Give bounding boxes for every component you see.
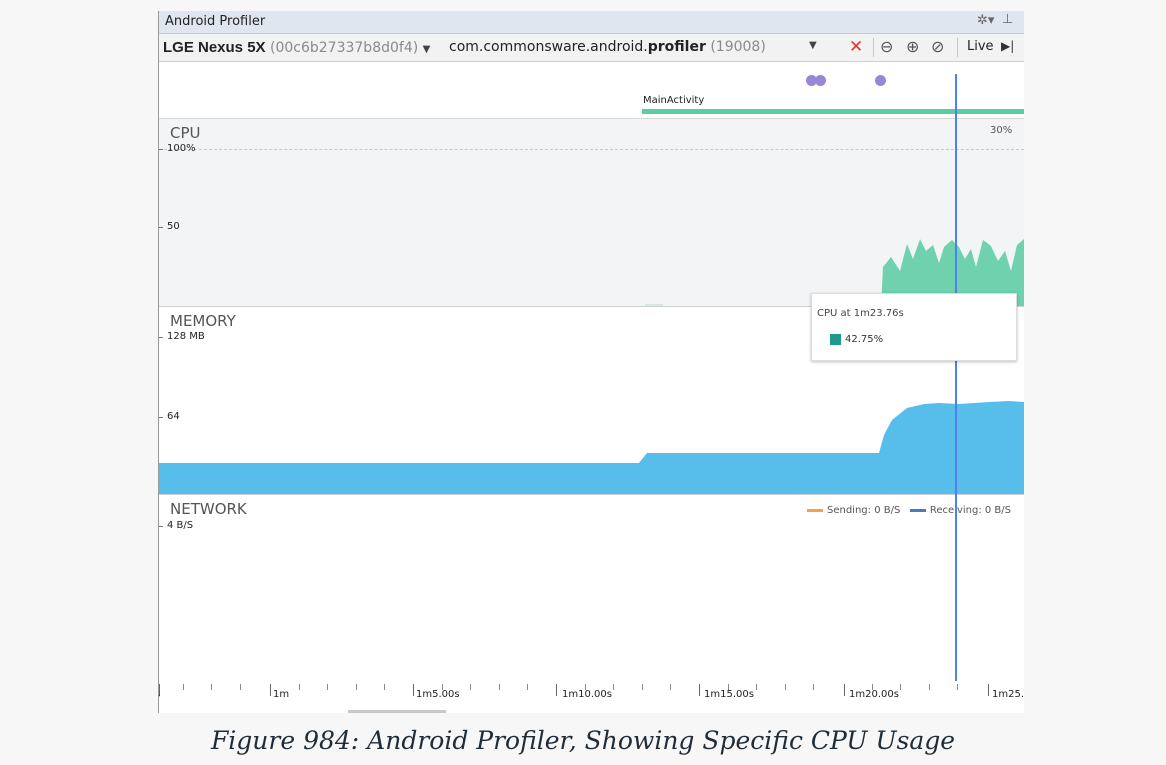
timeline-scrollbar[interactable] — [348, 710, 446, 713]
receiving-swatch — [909, 508, 926, 512]
axis-tick — [785, 684, 786, 690]
axis-major-tick — [270, 684, 271, 696]
axis-tick — [240, 684, 241, 690]
window-title: Android Profiler — [165, 14, 266, 29]
chevron-down-icon: ▼ — [422, 44, 431, 55]
reset-zoom-icon[interactable]: ⊘ — [931, 37, 944, 56]
cpu-tooltip: CPU at 1m23.76s 42.75% — [811, 293, 1017, 361]
cpu-swatch — [830, 334, 841, 345]
axis-tick — [900, 684, 901, 690]
axis-major-tick — [699, 684, 700, 696]
axis-label: 1m15.00s — [704, 689, 754, 700]
axis-tick — [183, 684, 184, 690]
stop-icon[interactable]: ✕ — [849, 37, 863, 57]
axis-major-tick — [413, 684, 414, 696]
chevron-down-icon[interactable]: ▼ — [809, 40, 817, 51]
sending-swatch — [807, 508, 823, 512]
event-dot[interactable] — [815, 75, 826, 86]
axis-tick — [527, 684, 528, 690]
zoom-in-icon[interactable]: ⊕ — [906, 37, 919, 56]
axis-major-tick — [988, 684, 989, 696]
receiving-label: Receiving: 0 B/S — [929, 505, 1012, 516]
axis-tick — [499, 684, 500, 690]
axis-tick — [159, 526, 163, 527]
axis-tick — [327, 684, 328, 690]
axis-tick — [211, 684, 212, 690]
axis-tick — [356, 684, 357, 690]
axis-label: 1m5.00s — [416, 689, 460, 700]
axis-label: 1m — [273, 689, 290, 700]
title-bar: Android Profiler ✲▾ ⊥ — [159, 11, 1024, 34]
hide-icon[interactable]: ⊥ — [1002, 12, 1013, 27]
event-dot[interactable] — [875, 75, 886, 86]
axis-tick — [642, 684, 643, 690]
device-name: LGE Nexus 5X — [163, 39, 266, 56]
device-serial: (00c6b27337b8d0f4) — [270, 40, 419, 56]
axis-tick — [929, 684, 930, 690]
axis-major-tick — [844, 684, 845, 696]
process-name: profiler — [647, 39, 706, 55]
network-panel[interactable]: NETWORK 4 B/S Sending: 0 B/S Receiving: … — [159, 495, 1024, 681]
network-label-max: 4 B/S — [167, 520, 194, 531]
axis-major-tick — [556, 684, 557, 696]
activity-label: MainActivity — [643, 95, 705, 106]
axis-tick — [384, 684, 385, 690]
gear-icon[interactable]: ✲▾ — [977, 13, 994, 28]
process-pid: (19008) — [710, 39, 766, 55]
axis-tick — [670, 684, 671, 690]
device-selector[interactable]: LGE Nexus 5X (00c6b27337b8d0f4) ▼ — [163, 39, 430, 56]
axis-label: 1m20.00s — [849, 689, 899, 700]
toolbar: LGE Nexus 5X (00c6b27337b8d0f4) ▼ com.co… — [159, 34, 1024, 62]
cpu-usage-chart — [645, 239, 1024, 306]
timeline-axis[interactable]: s 1m 1m5.00s 1m10.00s 1m15.00s 1m20.00s … — [159, 681, 1024, 713]
axis-label: s — [159, 689, 160, 700]
memory-usage-area — [159, 401, 1024, 494]
axis-tick — [813, 684, 814, 690]
axis-tick — [957, 684, 958, 690]
tooltip-title: CPU at 1m23.76s — [817, 308, 904, 319]
axis-tick — [299, 684, 300, 690]
figure-caption: Figure 984: Android Profiler, Showing Sp… — [210, 726, 956, 755]
toolbar-separator — [957, 38, 958, 57]
time-cursor[interactable] — [955, 74, 957, 681]
sending-label: Sending: 0 B/S — [827, 505, 901, 516]
toolbar-separator — [873, 38, 874, 57]
axis-tick — [470, 684, 471, 690]
process-prefix: com.commonsware.android. — [449, 39, 648, 55]
network-legend: Sending: 0 B/S Receiving: 0 B/S — [807, 505, 1011, 516]
event-track: MainActivity — [159, 62, 1024, 119]
axis-label: 1m10.00s — [562, 689, 612, 700]
profiler-window: Android Profiler ✲▾ ⊥ LGE Nexus 5X (00c6… — [158, 11, 1024, 713]
tooltip-value: 42.75% — [845, 334, 884, 345]
activity-bar[interactable] — [642, 109, 1024, 114]
network-title: NETWORK — [170, 500, 247, 518]
axis-label: 1m25. — [992, 689, 1024, 700]
play-live-icon[interactable]: ▶| — [1001, 39, 1014, 53]
cpu-panel[interactable]: CPU 30% 100% 50 — [159, 119, 1024, 307]
live-button[interactable]: Live — [967, 39, 994, 54]
axis-tick — [756, 684, 757, 690]
process-selector[interactable]: com.commonsware.android.profiler (19008) — [449, 39, 766, 55]
zoom-out-icon[interactable]: ⊖ — [880, 37, 893, 56]
axis-tick — [613, 684, 614, 690]
